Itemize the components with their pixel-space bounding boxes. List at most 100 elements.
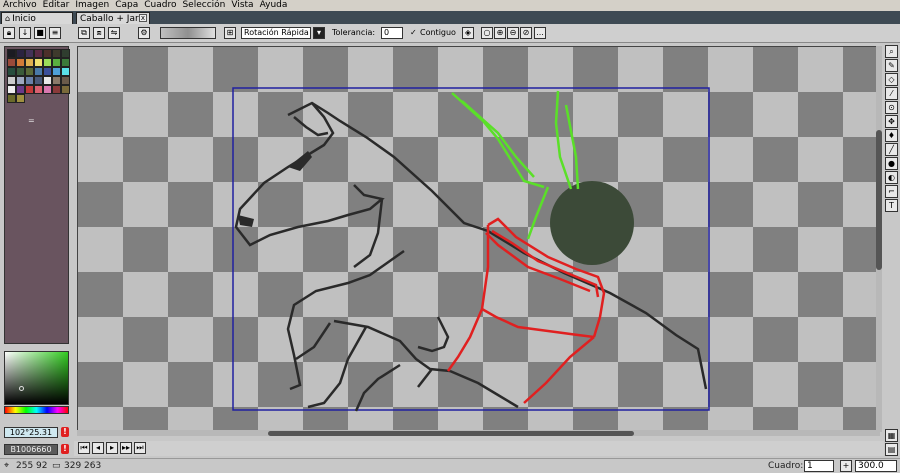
menu-cuadro[interactable]: Cuadro xyxy=(144,0,176,11)
palette-swatch[interactable] xyxy=(16,85,25,94)
palette-swatch[interactable] xyxy=(16,49,25,58)
menu-archivo[interactable]: Archivo xyxy=(3,0,37,11)
picker-cursor[interactable] xyxy=(19,386,24,391)
more-options-button[interactable]: ... xyxy=(534,27,546,39)
tab-document[interactable]: Caballo + Jarro x xyxy=(76,12,150,24)
palette-swatch[interactable] xyxy=(61,58,70,67)
palette-swatch[interactable] xyxy=(52,85,61,94)
palette-swatch[interactable] xyxy=(52,49,61,58)
select-intersect-icon[interactable]: ⊘ xyxy=(520,27,532,39)
move-tool-icon[interactable]: ✥ xyxy=(885,115,898,128)
palette-swatch[interactable] xyxy=(34,67,43,76)
palette-swatch[interactable] xyxy=(61,85,70,94)
menu-imagen[interactable]: Imagen xyxy=(75,0,109,11)
menu-editar[interactable]: Editar xyxy=(43,0,70,11)
pivot-icon[interactable]: ⊞ xyxy=(224,27,236,39)
select-replace-icon[interactable]: ○ xyxy=(481,27,493,39)
frames-icon[interactable]: ▦ xyxy=(885,429,898,442)
palette-swatch[interactable] xyxy=(43,85,52,94)
palette-swatch[interactable] xyxy=(43,76,52,85)
zoom-input[interactable]: 300.0 xyxy=(855,460,897,472)
secondary-color-field[interactable]: B1006660 xyxy=(4,444,58,455)
magnify-tool-icon[interactable]: ⊙ xyxy=(885,101,898,114)
lock-icon[interactable]: 🔒︎ xyxy=(3,27,15,39)
menu-capa[interactable]: Capa xyxy=(115,0,138,11)
palette-swatch[interactable] xyxy=(16,94,25,103)
zoom-tool-icon[interactable]: ⌕ xyxy=(885,45,898,58)
palette-swatch[interactable] xyxy=(7,85,16,94)
menu-vista[interactable]: Vista xyxy=(231,0,253,11)
first-frame-icon[interactable]: ⏮ xyxy=(78,442,90,454)
palette-swatch[interactable] xyxy=(7,49,16,58)
palette-swatch[interactable] xyxy=(61,49,70,58)
brush-tool-icon[interactable]: ⌐ xyxy=(885,185,898,198)
palette-swatch[interactable] xyxy=(52,76,61,85)
selection-copy-icon[interactable]: ⧉ xyxy=(78,27,90,39)
palette-swatch[interactable] xyxy=(7,94,16,103)
blur-tool-icon[interactable]: ◐ xyxy=(885,171,898,184)
primary-color-field[interactable]: 102°25.31 xyxy=(4,427,58,438)
selection-flip-icon[interactable]: ⇋ xyxy=(108,27,120,39)
palette-swatch[interactable] xyxy=(34,76,43,85)
tolerance-input[interactable]: 0 xyxy=(381,27,403,39)
palette-swatch[interactable] xyxy=(25,76,34,85)
selection-paste-icon[interactable]: ⧈ xyxy=(93,27,105,39)
selection-settings-icon[interactable]: ⚙ xyxy=(138,27,150,39)
palette-swatch[interactable] xyxy=(43,49,52,58)
fill-tool-icon[interactable]: ♦ xyxy=(885,129,898,142)
palette-swatch[interactable] xyxy=(43,67,52,76)
palette-swatch[interactable] xyxy=(61,67,70,76)
palette-swatch[interactable] xyxy=(25,58,34,67)
last-frame-icon[interactable]: ⏭ xyxy=(134,442,146,454)
select-subtract-icon[interactable]: ⊖ xyxy=(507,27,519,39)
previous-frame-icon[interactable]: ◂ xyxy=(92,442,104,454)
palette-swatch[interactable] xyxy=(25,49,34,58)
chevron-down-icon[interactable]: ▾ xyxy=(313,27,325,39)
text-tool-icon[interactable]: T xyxy=(885,199,898,212)
line-tool-icon[interactable]: ╱ xyxy=(885,143,898,156)
palette-swatch[interactable] xyxy=(34,49,43,58)
rotation-mode-select[interactable]: Rotación Rápida xyxy=(241,27,311,39)
palette-swatch[interactable] xyxy=(43,58,52,67)
drawing-canvas[interactable] xyxy=(77,46,880,432)
eraser-tool-icon[interactable]: ◇ xyxy=(885,73,898,86)
menu-seleccion[interactable]: Selección xyxy=(182,0,225,11)
mask-button[interactable] xyxy=(160,27,216,39)
stop-icon[interactable]: ■ xyxy=(34,27,46,39)
add-frame-icon[interactable]: + xyxy=(840,460,852,472)
palette-swatch[interactable] xyxy=(7,76,16,85)
selection-mode-icon[interactable]: ◈ xyxy=(462,27,474,39)
eyedropper-tool-icon[interactable]: ⁄ xyxy=(885,87,898,100)
palette-swatch[interactable] xyxy=(52,58,61,67)
checkmark-icon[interactable]: ✓ xyxy=(410,27,417,39)
ellipse-tool-icon[interactable]: ● xyxy=(885,157,898,170)
palette-swatch[interactable] xyxy=(52,67,61,76)
layers-icon[interactable]: ▤ xyxy=(885,443,898,456)
palette-swatch[interactable] xyxy=(16,76,25,85)
palette-swatch[interactable] xyxy=(7,67,16,76)
menu-ayuda[interactable]: Ayuda xyxy=(260,0,288,11)
palette-swatch[interactable] xyxy=(61,76,70,85)
arrow-down-icon[interactable]: ↓ xyxy=(19,27,31,39)
horizontal-scrollbar-thumb[interactable] xyxy=(268,431,634,436)
menu-icon[interactable]: ≡ xyxy=(49,27,61,39)
palette-swatch[interactable] xyxy=(7,58,16,67)
close-tab-icon[interactable]: x xyxy=(139,14,147,22)
frame-input[interactable]: 1 xyxy=(804,460,834,472)
palette-swatch[interactable] xyxy=(34,58,43,67)
select-add-icon[interactable]: ⊕ xyxy=(494,27,506,39)
hue-slider[interactable] xyxy=(4,406,69,414)
palette-swatch[interactable] xyxy=(34,85,43,94)
color-picker[interactable] xyxy=(4,351,69,405)
selection-size: 329 263 xyxy=(64,461,102,471)
palette-swatch[interactable] xyxy=(25,67,34,76)
play-icon[interactable]: ▸ xyxy=(106,442,118,454)
horse-eye xyxy=(238,151,312,227)
palette-swatch[interactable] xyxy=(25,85,34,94)
palette-swatch[interactable] xyxy=(16,67,25,76)
vertical-scrollbar-thumb[interactable] xyxy=(876,130,882,270)
palette-swatch[interactable] xyxy=(16,58,25,67)
tab-home[interactable]: ⌂ Inicio xyxy=(1,12,73,24)
pencil-tool-icon[interactable]: ✎ xyxy=(885,59,898,72)
next-frame-icon[interactable]: ▸▸ xyxy=(120,442,132,454)
